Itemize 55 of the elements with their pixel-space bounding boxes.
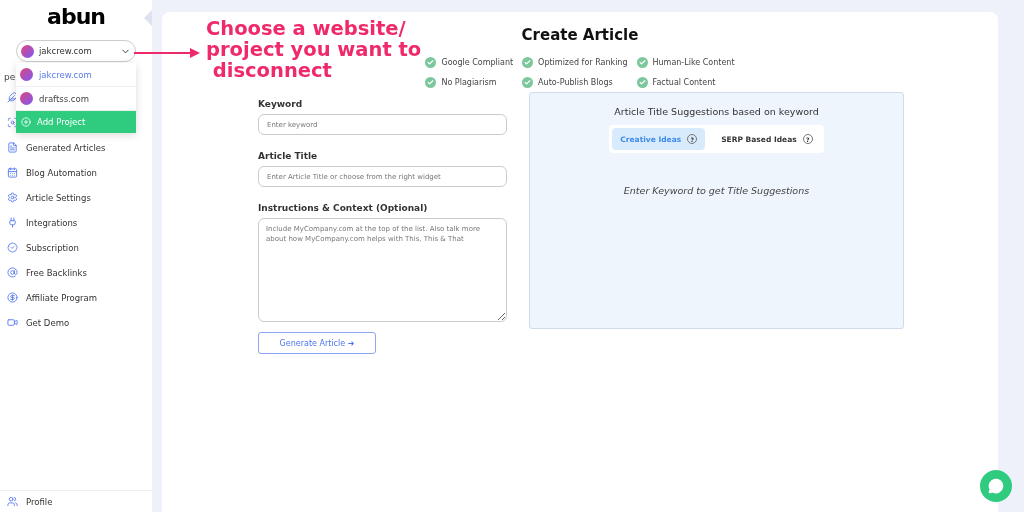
check-icon [636, 57, 648, 68]
feature-label: Optimized for Ranking [538, 58, 628, 67]
feature-label: Auto-Publish Blogs [538, 78, 613, 87]
sidebar-item[interactable]: Integrations [26, 217, 78, 228]
field-label: Article Title [258, 151, 319, 161]
sidebar-item[interactable]: Subscription [26, 242, 79, 253]
sidebar-item[interactable]: Blog Automation [26, 167, 97, 178]
annotation-text: disconnect [212, 60, 333, 81]
avatar-icon [21, 44, 34, 58]
feature-label: Human-Like Content [652, 58, 735, 67]
collapse-tab[interactable] [144, 10, 152, 26]
panel-title: Article Title Suggestions based on keyword [614, 106, 819, 117]
check-icon [425, 77, 437, 88]
check-icon [425, 57, 437, 68]
empty-message: Enter Keyword to get Title Suggestions [623, 185, 810, 196]
feature-label: No Plagiarism [441, 78, 497, 87]
avatar-icon [20, 68, 33, 81]
check-icon [522, 57, 534, 68]
sidebar-item[interactable]: Generated Articles [26, 142, 106, 153]
sidebar-item[interactable]: Article Settings [26, 192, 91, 203]
logo: abun [47, 4, 105, 31]
at-sign-icon [7, 267, 18, 278]
page-title: Create Article [521, 26, 639, 44]
section-label: pe [4, 72, 16, 82]
sidebar-item[interactable]: Get Demo [26, 317, 70, 328]
feather-icon [7, 92, 18, 103]
field-label: Keyword [258, 99, 304, 109]
feature-label: Factual Content [652, 78, 716, 87]
document-icon [7, 142, 18, 153]
sidebar-item[interactable]: Free Backlinks [26, 267, 87, 278]
generate-article-button[interactable]: Generate Article ➜ [258, 332, 376, 354]
check-icon [636, 77, 648, 88]
field-label: Instructions & Context (Optional) [258, 203, 429, 213]
avatar-icon [20, 92, 33, 105]
calendar-icon [7, 167, 18, 178]
project-option[interactable]: draftss.com [39, 93, 89, 104]
chat-icon [988, 478, 1004, 494]
plug-icon [7, 217, 18, 228]
profile-link[interactable]: Profile [26, 496, 53, 507]
check-icon [522, 77, 534, 88]
dollar-icon [7, 292, 18, 303]
pointer-arrow [134, 47, 200, 59]
annotation-text: Choose a website/ [206, 18, 407, 39]
video-icon [7, 317, 18, 328]
badge-icon [7, 242, 18, 253]
gear-icon [7, 192, 18, 203]
users-icon [7, 496, 18, 507]
annotation-text: project you want to [206, 39, 422, 60]
project-option[interactable]: jakcrew.com [39, 69, 92, 80]
chat-button[interactable] [980, 470, 1012, 502]
feature-label: Google Compliant [441, 58, 514, 67]
project-select[interactable]: jakcrew.com [16, 40, 136, 62]
scan-icon [7, 117, 18, 128]
sidebar-item[interactable]: Affiliate Program [26, 292, 98, 303]
plus-icon [21, 117, 31, 127]
